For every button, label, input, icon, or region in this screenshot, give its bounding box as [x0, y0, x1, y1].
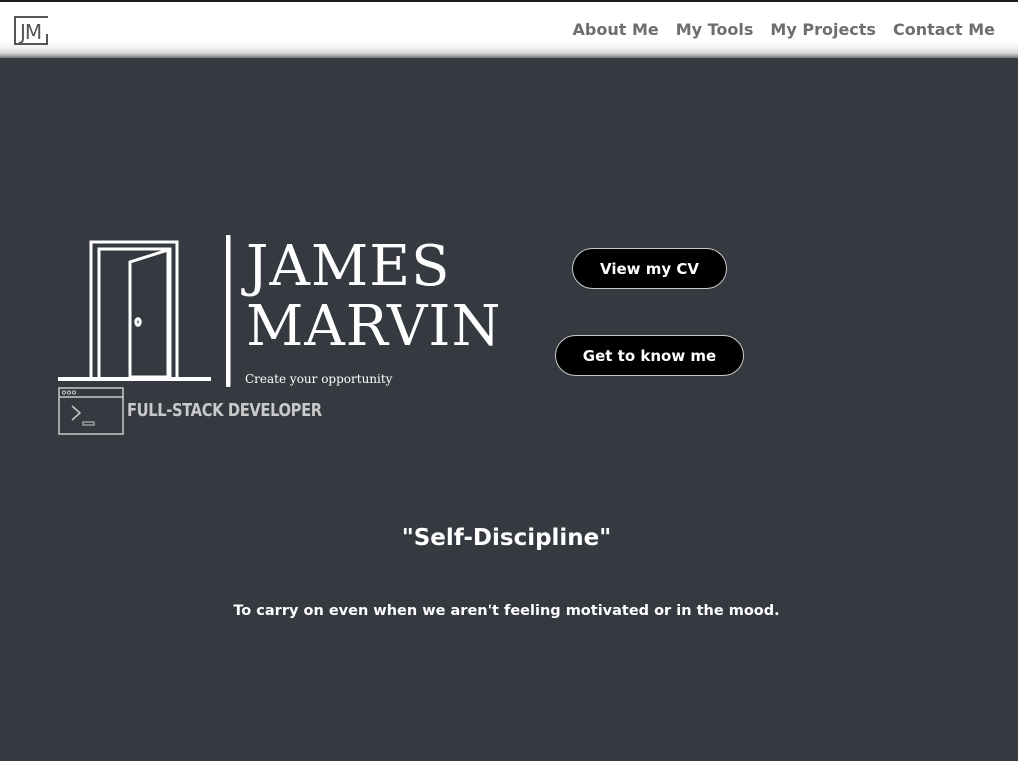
- hero-brand: JAMES MARVIN Create your opportunity FUL…: [56, 232, 506, 437]
- door-icon: [58, 235, 231, 387]
- brand-last-name: MARVIN: [246, 294, 502, 359]
- brand-role: FULL-STACK DEVELOPER: [127, 400, 322, 421]
- main-nav: About Me My Tools My Projects Contact Me: [573, 20, 996, 39]
- nav-contact-me[interactable]: Contact Me: [893, 20, 995, 39]
- nav-about-me[interactable]: About Me: [573, 20, 659, 39]
- quote-text: To carry on even when we aren't feeling …: [233, 603, 780, 619]
- terminal-icon: [58, 387, 124, 435]
- logo-text: JM: [20, 20, 42, 44]
- nav-my-projects[interactable]: My Projects: [770, 20, 876, 39]
- get-to-know-me-button[interactable]: Get to know me: [555, 335, 744, 376]
- brand-first-name: JAMES: [246, 234, 451, 299]
- nav-my-tools[interactable]: My Tools: [676, 20, 754, 39]
- brand-tagline: Create your opportunity: [245, 372, 393, 386]
- brand-name: JAMES MARVIN: [246, 237, 502, 357]
- top-navbar: JM About Me My Tools My Projects Contact…: [0, 0, 1018, 58]
- quote-title: "Self-Discipline": [401, 525, 612, 551]
- logo[interactable]: JM: [14, 16, 48, 45]
- view-cv-button[interactable]: View my CV: [572, 248, 727, 289]
